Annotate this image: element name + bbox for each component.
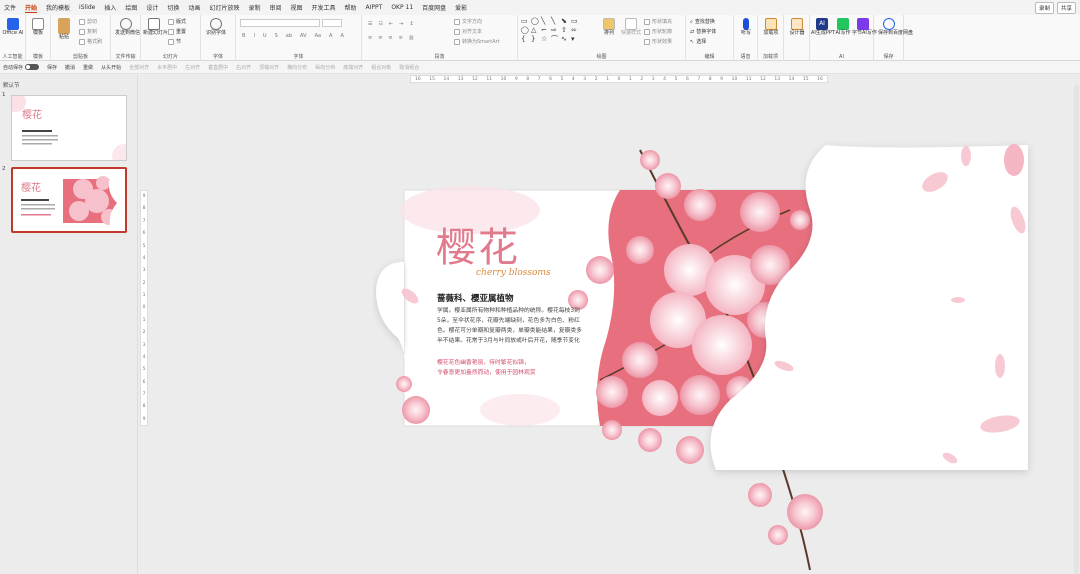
slide-body-text[interactable]: 学属。樱亚属所有物种和种植品种的统称。樱花每枝3到5朵，至伞状花序，花瓣先端缺刻… [437, 306, 583, 346]
slide-title[interactable]: 樱花 [436, 226, 520, 270]
slide-artwork [376, 144, 1028, 571]
slide-highlight-text[interactable]: 樱花花色幽香艳丽，待时繁花似锦， 令春意更加盎然而动，使用于园林观赏 [437, 358, 587, 378]
slide-heading[interactable]: 蔷薇科、樱亚属植物 [437, 292, 514, 304]
powerpoint-window: 文件 开始 我的模板 iSlide 插入 绘图 设计 切换 动画 幻灯片放映 录制 审阅 视图 开发工具帮… [0, 0, 1080, 574]
slide-subtitle[interactable]: cherry blossoms [476, 268, 551, 278]
vertical-scrollbar[interactable] [1074, 85, 1079, 574]
